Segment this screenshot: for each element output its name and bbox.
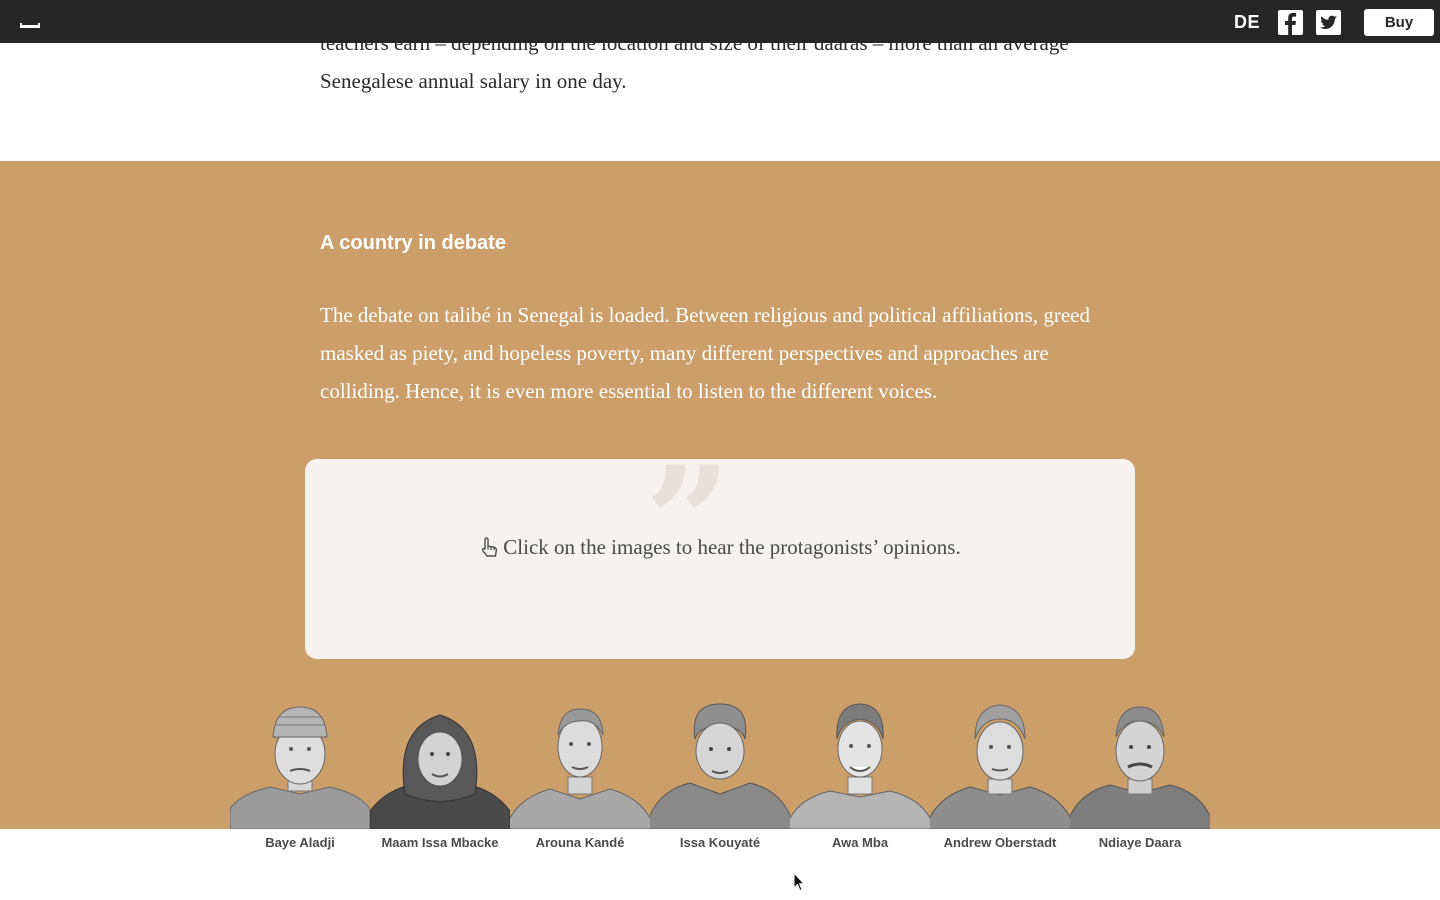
top-bar: DE Buy: [0, 0, 1440, 43]
portrait-baye-aladji[interactable]: [230, 699, 370, 829]
names-row: Baye Aladji Maam Issa Mbacke Arouna Kand…: [230, 835, 1210, 850]
portrait-arouna-kande[interactable]: [510, 699, 650, 829]
twitter-icon[interactable]: [1316, 10, 1341, 35]
quote-prompt-text: Click on the images to hear the protagon…: [503, 535, 961, 559]
portrait-ndiaye-daara[interactable]: [1070, 699, 1210, 829]
quote-mark-icon: ”: [645, 434, 732, 610]
person-name[interactable]: Arouna Kandé: [510, 835, 650, 850]
person-name[interactable]: Ndiaye Daara: [1070, 835, 1210, 850]
person-name[interactable]: Maam Issa Mbacke: [370, 835, 510, 850]
person-name[interactable]: Issa Kouyaté: [650, 835, 790, 850]
menu-icon[interactable]: [20, 18, 40, 28]
mouse-cursor-icon: [793, 872, 805, 892]
portrait-maam-issa-mbacke[interactable]: [370, 699, 510, 829]
people-strip: [230, 699, 1210, 829]
pointing-hand-icon: [479, 536, 499, 558]
section-title: A country in debate: [320, 232, 506, 254]
quote-prompt: Click on the images to hear the protagon…: [305, 535, 1135, 560]
person-name[interactable]: Baye Aladji: [230, 835, 370, 850]
debate-section: A country in debate The debate on talibé…: [0, 161, 1440, 829]
portrait-issa-kouyate[interactable]: [650, 699, 790, 829]
person-name[interactable]: Andrew Oberstadt: [930, 835, 1070, 850]
buy-button[interactable]: Buy: [1364, 9, 1434, 36]
portrait-awa-mba[interactable]: [790, 699, 930, 829]
person-name[interactable]: Awa Mba: [790, 835, 930, 850]
facebook-icon[interactable]: [1278, 10, 1303, 35]
quote-box: ” Click on the images to hear the protag…: [305, 447, 1135, 659]
language-switch[interactable]: DE: [1234, 12, 1260, 33]
portrait-andrew-oberstadt[interactable]: [930, 699, 1070, 829]
section-body: The debate on talibé in Senegal is loade…: [320, 303, 1090, 403]
